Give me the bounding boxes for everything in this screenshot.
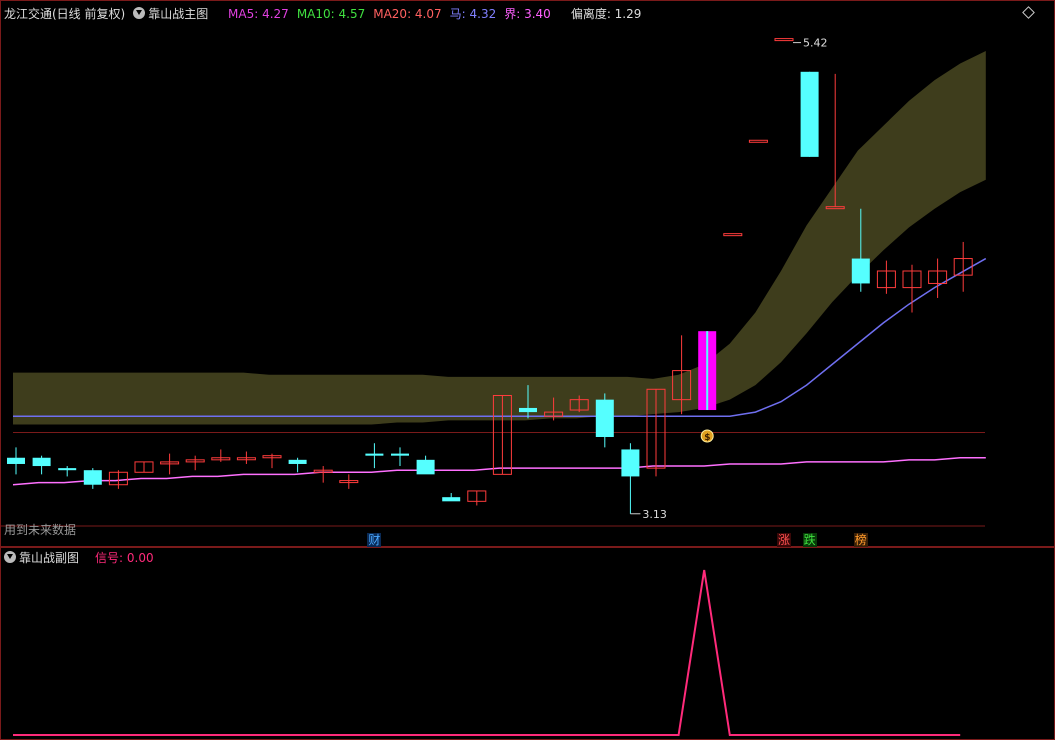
low-price-label: 3.13: [642, 508, 667, 521]
event-marker[interactable]: 榜: [853, 533, 868, 547]
legend-item: MA5: 4.27: [228, 7, 289, 21]
chevron-down-icon[interactable]: [4, 551, 16, 563]
candle-body-up: [774, 38, 794, 42]
legend-item: MA10: 4.57: [296, 7, 366, 21]
candle-body-down: [621, 449, 640, 477]
candle-body-down: [416, 459, 435, 475]
high-price-label: 5.42: [803, 37, 828, 50]
main-indicator-selector[interactable]: 靠山战主图: [133, 7, 216, 21]
chart-canvas: 5.42 3.13 $: [0, 37, 987, 736]
candle-body-down: [519, 407, 537, 413]
candle-body-down: [83, 470, 102, 485]
sub-header: 靠山战副图 信号: 0.00: [4, 549, 162, 566]
candle-body-down: [32, 457, 51, 467]
event-marker[interactable]: 财: [367, 533, 382, 547]
legend-item: 马: 4.32: [449, 7, 497, 21]
candle-body-down: [442, 497, 461, 502]
band-area: [13, 51, 986, 425]
main-header: 龙江交通(日线 前复权) 靠山战主图 MA5: 4.27 MA10: 4.57 MA2…: [4, 5, 657, 22]
candle-body-down: [391, 453, 409, 456]
candle-body-down: [288, 459, 307, 464]
candle-body-down: [851, 258, 870, 284]
boundary-line: [12, 457, 986, 486]
stock-title: 龙江交通(日线 前复权): [4, 7, 126, 21]
legend-item: MA20: 4.07: [373, 7, 442, 21]
legend-item: 偏离度: 1.29: [570, 7, 642, 21]
future-data-notice: 用到未来数据: [4, 523, 77, 537]
sub-indicator-selector[interactable]: 靠山战副图: [4, 551, 87, 565]
candle-body-down: [800, 71, 819, 157]
candle-body-up: [748, 139, 768, 143]
sub-indicator-name: 靠山战副图: [19, 551, 80, 565]
chevron-down-icon[interactable]: [133, 7, 146, 19]
candle-body-down: [595, 399, 614, 437]
candle-body-down: [365, 453, 384, 456]
indicator-legend: MA5: 4.27 MA10: 4.57 MA20: 4.07 马: 4.32 界: 3…: [228, 7, 649, 21]
candle-body-up: [723, 233, 743, 237]
signal-value: 信号: 0.00: [95, 551, 154, 565]
candle-body-down: [7, 457, 25, 464]
legend-item: 界: 3.40: [504, 7, 551, 21]
signal-line: [13, 569, 961, 736]
event-marker[interactable]: 涨: [777, 533, 792, 547]
main-indicator-name: 靠山战主图: [148, 7, 209, 21]
money-bag-glyph: $: [704, 433, 710, 443]
candle-body-down: [58, 468, 77, 471]
event-marker[interactable]: 跌: [802, 533, 817, 547]
